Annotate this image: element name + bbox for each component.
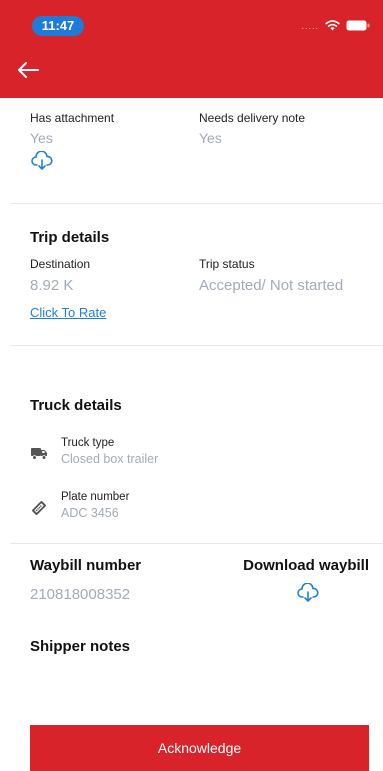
destination-value: 8.92 K <box>30 277 74 294</box>
status-icons: ..... <box>301 20 370 31</box>
plate-number-value: ADC 3456 <box>61 506 119 520</box>
destination-label: Destination <box>30 257 91 271</box>
waybill-number-value: 210818008352 <box>30 586 131 603</box>
status-bar: 11:47 ..... <box>0 0 383 44</box>
cloud-download-icon[interactable] <box>31 151 53 171</box>
delivery-note-label: Needs delivery note <box>199 111 306 125</box>
arrow-left-icon[interactable] <box>14 58 42 82</box>
acknowledge-button[interactable]: Acknowledge <box>30 725 369 771</box>
truck-icon <box>31 448 47 460</box>
has-attachment-label: Has attachment <box>30 111 115 125</box>
divider <box>10 203 383 204</box>
divider <box>10 543 383 544</box>
status-time: 11:47 <box>32 16 84 36</box>
trip-status-label: Trip status <box>199 257 255 271</box>
click-to-rate-link[interactable]: Click To Rate <box>30 305 106 320</box>
truck-type-label: Truck type <box>61 437 115 449</box>
download-waybill-label: Download waybill <box>243 557 369 574</box>
app-header: 11:47 ..... <box>0 0 383 98</box>
waybill-number-label: Waybill number <box>30 557 142 574</box>
truck-type-value: Closed box trailer <box>61 452 159 466</box>
tag-icon <box>32 501 46 515</box>
trip-status-value: Accepted/ Not started <box>199 277 344 294</box>
delivery-note-value: Yes <box>199 130 222 146</box>
plate-number-label: Plate number <box>61 491 130 503</box>
truck-details-title: Truck details <box>30 397 122 414</box>
has-attachment-value: Yes <box>30 130 53 146</box>
divider <box>10 345 383 346</box>
battery-icon <box>346 20 370 31</box>
wifi-icon <box>325 20 340 31</box>
signal-dots: ..... <box>301 20 319 31</box>
cloud-download-icon[interactable] <box>297 583 319 603</box>
trip-details-title: Trip details <box>30 229 110 246</box>
shipper-notes-title: Shipper notes <box>30 638 131 655</box>
